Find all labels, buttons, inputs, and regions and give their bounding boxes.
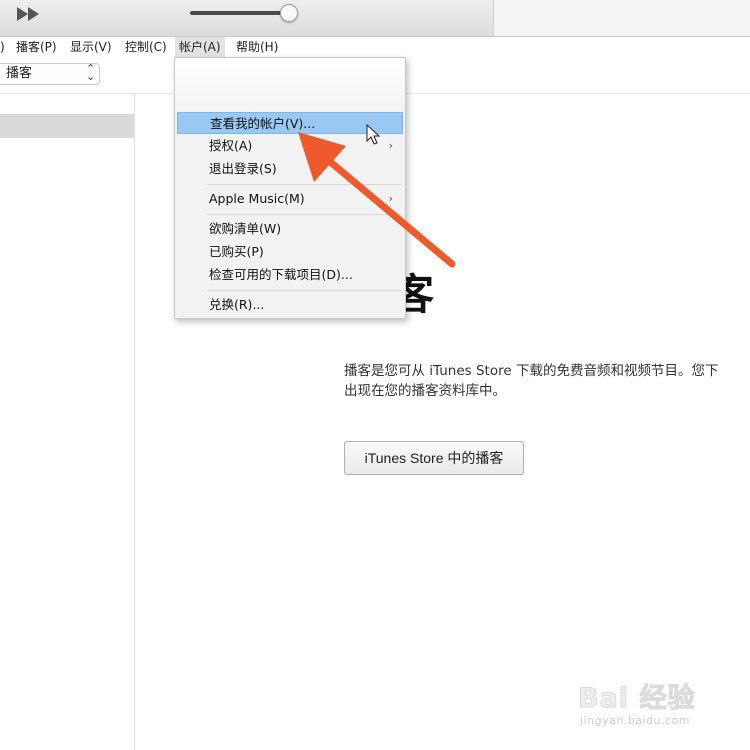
- menu-wish-list-label: 欲购清单(W): [209, 221, 282, 236]
- menu-item-truncated[interactable]: ): [0, 37, 9, 57]
- menu-item-view[interactable]: 显示(V): [66, 37, 116, 57]
- menu-bar: ) 播客(P) 显示(V) 控制(C) 帐户(A) 帮助(H): [0, 37, 750, 57]
- menu-item-account[interactable]: 帐户(A): [175, 37, 225, 57]
- status-display-panel: [493, 0, 750, 36]
- menu-item-controls[interactable]: 控制(C): [121, 37, 171, 57]
- menu-item-help[interactable]: 帮助(H): [232, 37, 282, 57]
- menu-item-podcast[interactable]: 播客(P): [12, 37, 61, 57]
- menu-redeem[interactable]: 兑换(R)...: [177, 294, 403, 316]
- menu-view-my-account-label: 查看我的帐户(V)...: [210, 116, 316, 131]
- itunes-store-podcasts-button[interactable]: iTunes Store 中的播客: [344, 441, 524, 475]
- description-line-2: 出现在您的播客资料库中。: [344, 383, 506, 399]
- player-toolbar: [0, 0, 750, 37]
- menu-sign-out-label: 退出登录(S): [209, 161, 277, 176]
- menu-redeem-label: 兑换(R)...: [209, 297, 265, 312]
- media-type-select-value: 播客: [6, 66, 33, 81]
- menu-authorize-label: 授权(A): [209, 138, 253, 153]
- sidebar: [0, 94, 135, 750]
- dropdown-header-blur: [175, 58, 405, 110]
- fast-forward-icon[interactable]: [16, 5, 42, 23]
- up-down-chevron-icon: ⌃ ⌄: [86, 62, 96, 83]
- volume-slider-knob[interactable]: [280, 4, 298, 22]
- sidebar-item-selected[interactable]: [0, 114, 134, 138]
- media-type-select[interactable]: 播客 ⌃ ⌄: [0, 63, 100, 85]
- watermark-url: jingyan.baidu.com: [580, 714, 691, 727]
- watermark-logo-text: Bai 经验: [577, 683, 696, 715]
- baidu-jingyan-watermark: Bai 经验 jingyan.baidu.com: [577, 676, 738, 736]
- menu-purchased-label: 已购买(P): [209, 244, 264, 259]
- menu-separator: [207, 290, 401, 291]
- annotation-arrow-icon: [298, 132, 456, 268]
- description-line-1: 播客是您可从 iTunes Store 下载的免费音频和视频节目。您下: [344, 363, 719, 379]
- volume-slider-track[interactable]: [190, 11, 290, 15]
